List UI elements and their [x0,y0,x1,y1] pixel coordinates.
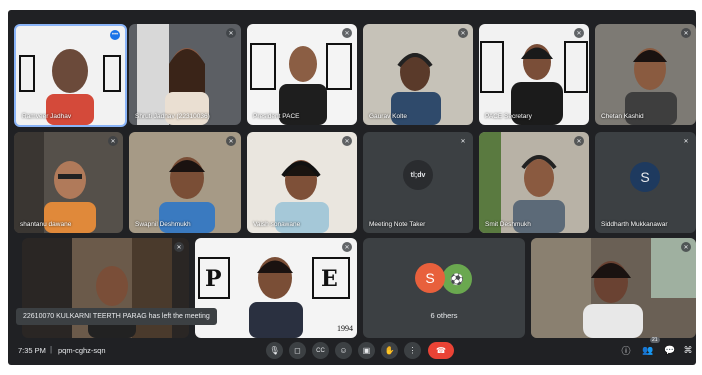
participant-video [625,48,677,125]
participant-tile[interactable]: Ramveer Jadhav ••• [14,24,127,127]
mic-muted-icon: ✕ [226,136,236,146]
participant-name: Swapnil Deshmukh [135,221,191,228]
mic-muted-icon: ✕ [681,28,691,38]
camera-icon[interactable]: ◻ [289,342,306,359]
participant-name: PACE Secretary [485,113,532,120]
participant-tile[interactable]: shantanu dawane ✕ [14,132,123,233]
bottom-bar: 7:35 PM | pqm-cghz-sqn 🎙 ◻ CC ☺ ▣ ✋ ⋮ ☎ … [8,335,696,365]
pace-logo-letter: P [205,266,222,292]
mic-muted-icon: ✕ [574,28,584,38]
others-label: 6 others [430,311,458,320]
participant-video [14,132,96,233]
mic-muted-icon: ✕ [108,136,118,146]
activities-icon[interactable]: ⌘ [682,344,694,356]
chat-icon[interactable]: 💬 [664,344,676,356]
mic-muted-icon: ✕ [681,136,691,146]
participant-name: Vaish sonawane [253,221,301,228]
separator: | [50,345,53,354]
participant-video [531,238,696,338]
participant-tile[interactable]: S Siddharth Mukkanawar ✕ [595,132,696,233]
participant-tile[interactable]: President PACE ✕ [247,24,357,125]
others-tile[interactable]: S ⚽ 6 others [363,238,525,338]
avatar: S [630,162,660,192]
participant-video [275,160,329,233]
participant-tile[interactable]: P E 1994 ✕ [195,238,357,338]
participant-tile[interactable]: Smit Deshmukh ✕ [479,132,589,233]
people-icon[interactable]: 👥 [642,344,654,356]
participant-name: President PACE [253,113,300,120]
participant-video [391,53,441,125]
participant-name: shantanu dawane [20,221,72,228]
meeting-window: Ramveer Jadhav ••• Shruti Jadhav (223100… [8,10,696,365]
participant-name: Siddharth Mukkanawar [601,221,668,228]
participant-name: Ramveer Jadhav [22,113,72,120]
end-call-icon[interactable]: ☎ [428,342,454,359]
mic-muted-icon: ✕ [681,242,691,252]
participant-tile[interactable]: Gaurav Kolte ✕ [363,24,473,125]
pace-logo-background [250,43,352,125]
mic-muted-icon: ✕ [458,28,468,38]
participant-name: Chetan Kashid [601,113,644,120]
participant-tile[interactable]: Swapnil Deshmukh ✕ [129,132,241,233]
captions-icon[interactable]: CC [312,342,329,359]
participant-video [159,157,215,233]
mic-muted-icon: ✕ [174,242,184,252]
participant-tile[interactable]: ✕ [531,238,696,338]
mic-muted-icon: ✕ [342,242,352,252]
mic-icon[interactable]: 🎙 [266,342,283,359]
participant-name: Smit Deshmukh [485,221,531,228]
meeting-code[interactable]: pqm-cghz-sqn [58,346,106,355]
mic-muted-icon: ✕ [458,136,468,146]
participant-video [137,24,209,125]
note-taker-avatar: tl;dv [403,160,433,190]
clock: 7:35 PM [18,346,46,355]
mic-muted-icon: ✕ [226,28,236,38]
emoji-icon[interactable]: ☺ [335,342,352,359]
present-icon[interactable]: ▣ [358,342,375,359]
pace-logo-background [480,41,588,125]
participant-tile[interactable]: Chetan Kashid ✕ [595,24,696,125]
raise-hand-icon[interactable]: ✋ [381,342,398,359]
mic-muted-icon: ✕ [574,136,584,146]
participant-tile[interactable]: Shruti Jadhav (22310036) ✕ [129,24,241,125]
avatar: S [415,263,445,293]
pace-logo-year: 1994 [337,324,353,333]
participant-video [479,132,565,233]
participant-name: Meeting Note Taker [369,221,426,228]
participant-tile[interactable]: tl;dv Meeting Note Taker ✕ [363,132,473,233]
mic-muted-icon: ✕ [342,28,352,38]
pace-logo-letter: E [321,266,338,292]
pace-logo-background [19,49,121,125]
participant-left-notification: 22610070 KULKARNI TEERTH PARAG has left … [16,308,217,325]
participant-name: Gaurav Kolte [369,113,407,120]
info-icon[interactable]: ⓘ [620,344,632,356]
participant-tile[interactable]: Vaish sonawane ✕ [247,132,357,233]
mic-muted-icon: ✕ [342,136,352,146]
participant-tile[interactable]: PACE Secretary ✕ [479,24,589,125]
more-icon[interactable]: ⋮ [404,342,421,359]
avatar: ⚽ [441,263,473,295]
participant-name: Shruti Jadhav (22310036) [135,113,210,120]
more-options-icon[interactable]: ••• [110,30,120,40]
people-count-badge: 21 [650,337,660,343]
